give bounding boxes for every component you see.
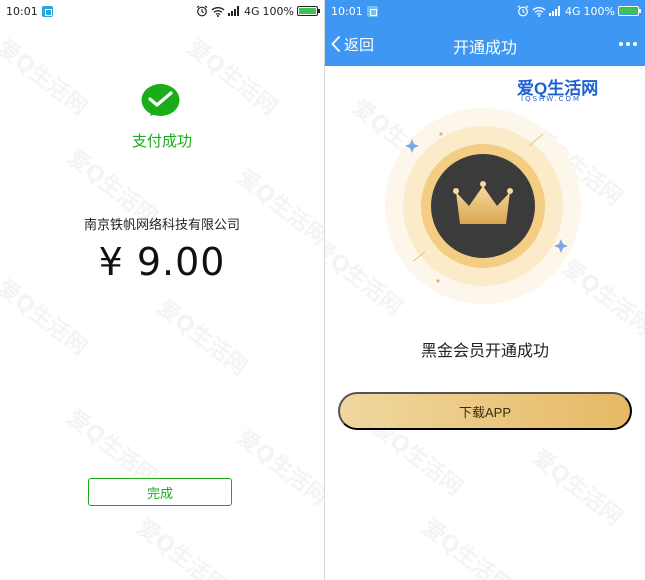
membership-success-screen: 10:01 4G 100% 返回 开通成功 爱Q生活网 爱Q生活网 爱Q生活网 … (325, 0, 645, 580)
status-time: 10:01 (331, 4, 363, 18)
payment-success-screen: 10:01 4G 100% 爱Q生活网 爱Q生活网 爱Q生活网 爱Q生活网 爱Q… (0, 0, 324, 580)
crown-badge-icon (385, 108, 581, 304)
notification-icon (41, 5, 53, 17)
payment-status: 支付成功 (131, 132, 192, 150)
network-type: 4G (244, 4, 260, 18)
merchant-name: 南京铁帆网络科技有限公司 (83, 218, 240, 233)
payment-amount: ¥ 9.00 (98, 240, 226, 284)
page-title: 开通成功 (452, 38, 517, 57)
signal-icon (228, 6, 240, 16)
battery-icon (297, 6, 320, 16)
membership-success-text: 黑金会员开通成功 (420, 341, 549, 360)
alarm-icon (517, 5, 529, 17)
status-bar: 10:01 4G 100% (325, 0, 645, 22)
wifi-icon (532, 6, 546, 17)
signal-icon (549, 6, 561, 16)
notification-icon (366, 5, 378, 17)
wechat-pay-success-icon (141, 84, 180, 116)
alarm-icon (196, 5, 208, 17)
brand-domain: IQSHW.COM (521, 95, 582, 103)
battery-icon (618, 6, 641, 16)
wifi-icon (211, 6, 225, 17)
download-app-button[interactable]: 下载APP (338, 392, 632, 430)
more-options-icon[interactable] (619, 34, 637, 46)
nav-bar: 返回 开通成功 (325, 22, 645, 66)
status-time: 10:01 (6, 4, 38, 18)
done-button[interactable]: 完成 (88, 478, 232, 506)
battery-percent: 100% (583, 4, 615, 18)
network-type: 4G (565, 4, 581, 18)
battery-percent: 100% (262, 4, 294, 18)
status-bar: 10:01 4G 100% (0, 0, 324, 22)
